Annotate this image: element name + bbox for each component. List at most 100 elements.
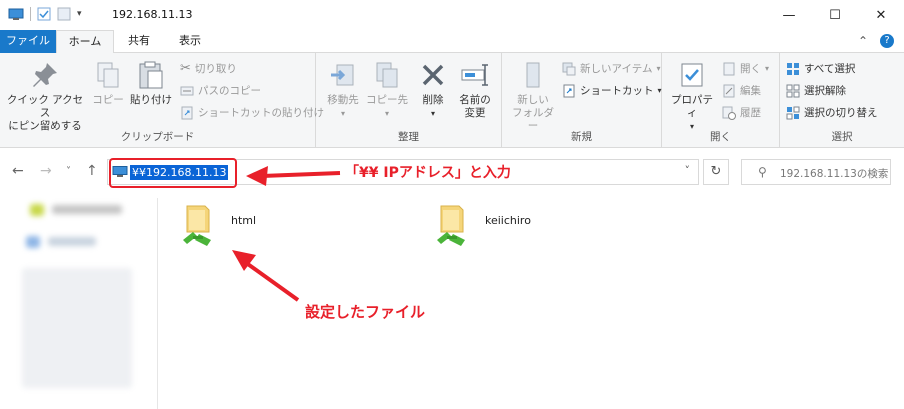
- properties-icon[interactable]: [37, 7, 51, 21]
- copy-path-label: パスのコピー: [198, 85, 261, 97]
- close-button[interactable]: ✕: [858, 0, 904, 30]
- new-item-button[interactable]: 新しいアイテム ▾: [562, 61, 660, 76]
- help-icon[interactable]: ?: [880, 34, 894, 48]
- new-item-icon: [562, 62, 576, 75]
- list-item-html[interactable]: html: [181, 204, 256, 250]
- history-button[interactable]: 履歴: [722, 105, 761, 120]
- new-group-label: 新規: [571, 131, 592, 143]
- open-dropdown-icon: ▾: [765, 64, 770, 73]
- file-name: keiichiro: [485, 214, 531, 227]
- refresh-button[interactable]: ↻: [703, 159, 729, 185]
- copy-to-button[interactable]: コピー先 ▾: [364, 59, 410, 120]
- rename-label-line1: 名前の: [459, 94, 491, 106]
- maximize-button[interactable]: ☐: [812, 0, 858, 30]
- select-none-label: 選択解除: [804, 85, 846, 97]
- history-label: 履歴: [740, 107, 761, 119]
- copy-path-icon: [180, 86, 194, 95]
- properties-icon: [681, 63, 703, 87]
- select-group: すべて選択 選択解除 選択の切り替え 選択: [780, 53, 904, 148]
- rename-label-line2: 変更: [464, 107, 486, 119]
- customize-dropdown-icon[interactable]: ▾: [77, 9, 82, 19]
- quick-access-toolbar: ▾: [8, 7, 82, 21]
- move-to-button[interactable]: 移動先 ▾: [322, 59, 364, 120]
- annotation-configured-files: 設定したファイル: [305, 303, 426, 321]
- navigation-pane[interactable]: [0, 198, 158, 409]
- pin-quick-access-button[interactable]: クイック アクセス にピン留めする: [6, 59, 84, 133]
- list-item-keiichiro[interactable]: keiichiro: [435, 204, 531, 250]
- file-list: html keiichiro: [159, 198, 904, 409]
- select-none-button[interactable]: 選択解除: [786, 83, 846, 98]
- select-all-label: すべて選択: [804, 63, 856, 75]
- properties-label: プロパティ: [671, 94, 713, 119]
- edit-label: 編集: [740, 85, 761, 97]
- delete-button[interactable]: 削除 ▾: [416, 59, 450, 120]
- title-bar: ▾ 192.168.11.13 — ☐ ✕: [0, 0, 904, 30]
- open-button[interactable]: 開く ▾: [722, 61, 769, 76]
- copy-button[interactable]: コピー: [90, 59, 126, 107]
- select-group-label: 選択: [831, 131, 853, 143]
- pin-label-line1: クイック アクセス: [6, 94, 84, 119]
- up-button[interactable]: ↑: [86, 163, 98, 179]
- new-item-dropdown-icon: ▾: [656, 64, 661, 73]
- copy-label: コピー: [92, 94, 124, 106]
- tab-home[interactable]: ホーム: [56, 30, 114, 54]
- tab-view[interactable]: 表示: [166, 30, 214, 53]
- divider: [30, 7, 31, 21]
- blurred-nav-icon: [30, 204, 44, 216]
- select-none-icon: [786, 84, 800, 97]
- annotation-address-instruction: 「¥¥ IPアドレス」と入力: [345, 165, 511, 181]
- properties-button[interactable]: プロパティ ▾: [668, 59, 716, 133]
- shortcut-label: ショートカット: [580, 85, 654, 97]
- move-to-label: 移動先: [327, 94, 359, 106]
- tab-share[interactable]: 共有: [118, 30, 160, 53]
- open-label: 開く: [740, 63, 761, 75]
- forward-button[interactable]: →: [40, 163, 52, 179]
- tab-file[interactable]: ファイル: [0, 30, 56, 53]
- organize-group-label: 整理: [398, 131, 419, 143]
- back-button[interactable]: ←: [12, 163, 24, 179]
- invert-selection-button[interactable]: 選択の切り替え: [786, 105, 878, 120]
- paste-button[interactable]: 貼り付け: [130, 59, 172, 107]
- move-to-icon: [331, 64, 354, 86]
- search-input[interactable]: 192.168.11.13の検索: [780, 166, 888, 181]
- paste-shortcut-label: ショートカットの貼り付け: [198, 107, 324, 119]
- edit-icon: [723, 84, 735, 97]
- file-name: html: [231, 214, 257, 227]
- copy-path-button[interactable]: パスのコピー: [180, 83, 261, 98]
- paste-icon: [139, 61, 163, 89]
- move-to-dropdown-icon: ▾: [340, 109, 345, 118]
- search-icon: ⚲: [758, 165, 767, 179]
- invert-selection-icon: [786, 106, 800, 119]
- invert-selection-label: 選択の切り替え: [804, 107, 878, 119]
- minimize-button[interactable]: —: [766, 0, 812, 30]
- shortcut-dropdown-icon: ▾: [657, 86, 662, 95]
- copy-icon: [97, 62, 119, 88]
- recent-locations-button[interactable]: ˅: [66, 166, 71, 177]
- shortcut-icon: [563, 84, 575, 97]
- new-folder-icon: [526, 62, 540, 88]
- search-box[interactable]: ⚲ 192.168.11.13の検索: [741, 159, 891, 185]
- clipboard-group-label: クリップボード: [120, 131, 195, 143]
- paste-shortcut-button[interactable]: ショートカットの貼り付け: [180, 105, 324, 120]
- ribbon-tabs: ファイル ホーム 共有 表示 ⌃ ?: [0, 30, 904, 54]
- select-all-button[interactable]: すべて選択: [786, 61, 855, 76]
- shortcut-button[interactable]: ショートカット ▾: [562, 83, 662, 98]
- rename-button[interactable]: 名前の 変更: [454, 59, 496, 120]
- select-all-icon: [787, 62, 799, 75]
- blurred-nav-icon: [26, 236, 40, 248]
- cut-button[interactable]: ✂ 切り取り: [180, 61, 237, 76]
- copy-to-dropdown-icon: ▾: [384, 109, 389, 118]
- new-folder-icon[interactable]: [57, 7, 71, 21]
- new-folder-button[interactable]: 新しい フォルダー: [508, 59, 558, 133]
- ribbon: クイック アクセス にピン留めする コピー 貼り付け ✂ 切り取り パスのコピー…: [0, 53, 904, 148]
- address-highlight-box: [109, 158, 237, 188]
- paste-label: 貼り付け: [130, 94, 172, 106]
- pin-icon: [33, 63, 57, 87]
- edit-button[interactable]: 編集: [722, 83, 761, 98]
- history-icon: [722, 106, 736, 120]
- address-dropdown-icon[interactable]: ˅: [685, 164, 691, 177]
- collapse-ribbon-icon[interactable]: ⌃: [858, 34, 868, 48]
- new-item-label: 新しいアイテム: [580, 63, 653, 75]
- ribbon-right-controls: ⌃ ?: [858, 34, 894, 48]
- open-icon: [723, 62, 735, 75]
